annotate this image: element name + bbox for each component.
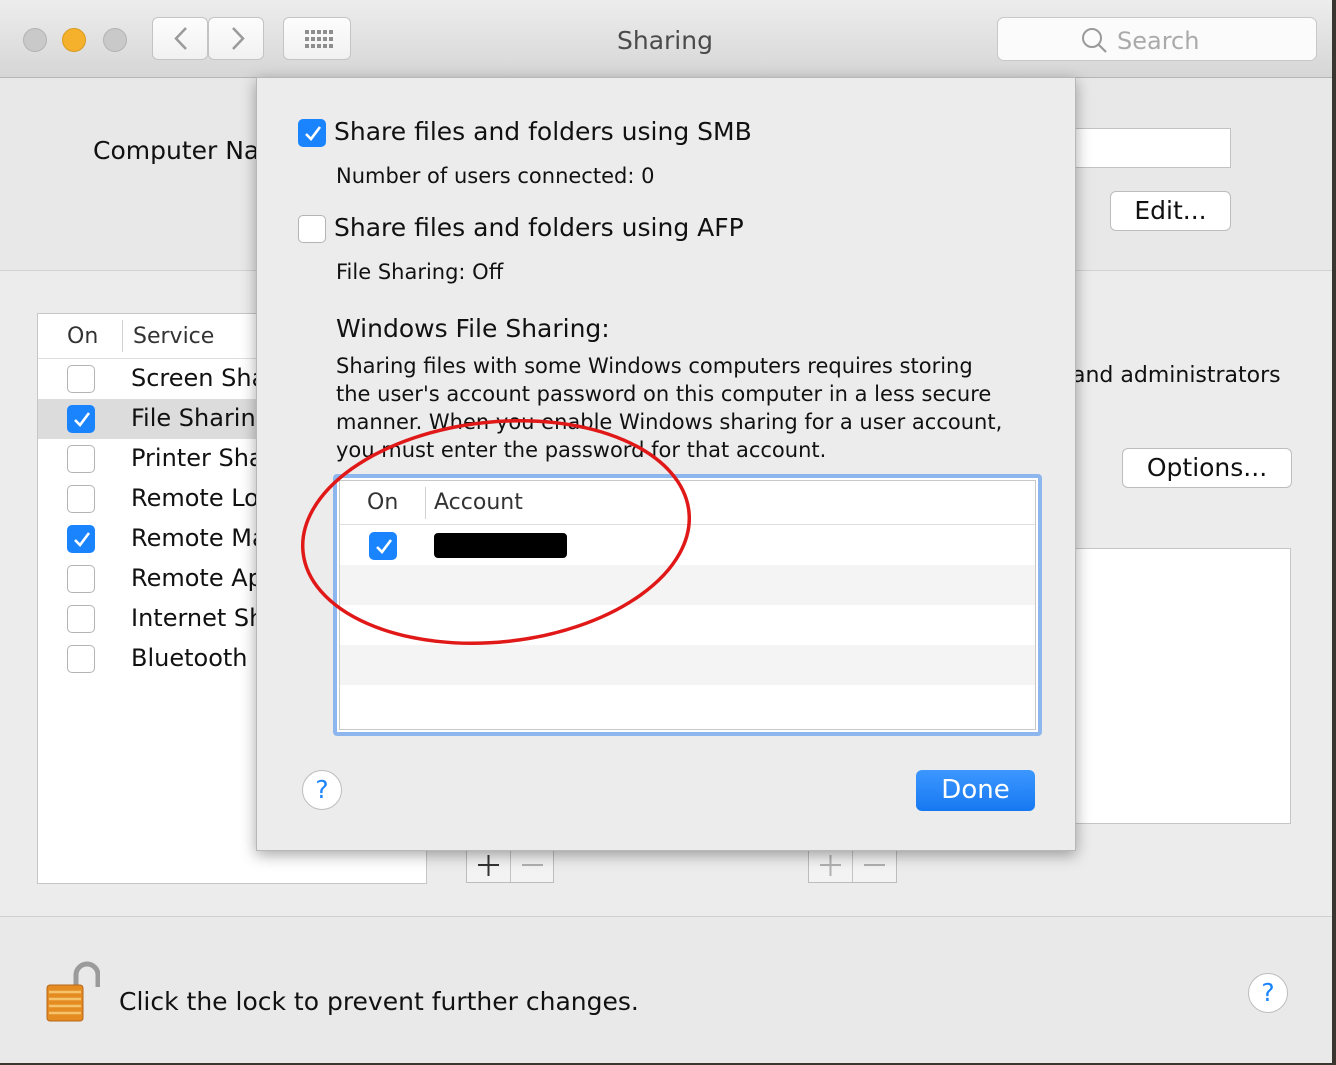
forward-button[interactable] (208, 17, 264, 60)
service-label: Screen Sha (131, 364, 267, 392)
minimize-button[interactable] (62, 28, 86, 52)
service-checkbox[interactable] (67, 365, 95, 393)
users-add-remove (808, 849, 897, 883)
zoom-button[interactable] (103, 28, 127, 52)
service-checkbox[interactable] (67, 565, 95, 593)
done-button[interactable]: Done (916, 770, 1035, 811)
chevron-left-icon (174, 27, 187, 50)
windows-sharing-desc-line2: the user's account password on this comp… (336, 382, 992, 406)
search-field[interactable]: Search (997, 17, 1317, 61)
minus-icon (522, 864, 543, 866)
smb-users-connected: Number of users connected: 0 (336, 164, 655, 188)
afp-status: File Sharing: Off (336, 260, 504, 284)
access-description: and administrators (1072, 363, 1281, 388)
search-icon (1082, 28, 1107, 53)
checkmark-icon (74, 412, 91, 427)
service-label: Bluetooth S (131, 644, 271, 672)
users-list (1070, 548, 1291, 824)
help-button[interactable]: ? (1248, 973, 1288, 1013)
windows-sharing-desc-line1: Sharing files with some Windows computer… (336, 354, 973, 378)
computer-name-field[interactable] (1060, 128, 1231, 168)
service-checkbox[interactable] (67, 485, 95, 513)
smb-checkbox[interactable] (298, 119, 326, 147)
checkmark-icon (305, 126, 322, 141)
smb-label: Share files and folders using SMB (334, 117, 752, 146)
afp-label: Share files and folders using AFP (334, 213, 744, 242)
search-placeholder: Search (1117, 27, 1200, 55)
close-button[interactable] (23, 28, 47, 52)
title-bar: Sharing Search (0, 0, 1332, 78)
minus-icon (864, 864, 885, 866)
chevron-right-icon (232, 27, 245, 50)
service-checkbox[interactable] (67, 525, 95, 553)
window-title: Sharing (617, 26, 713, 55)
grid-icon (305, 30, 333, 48)
add-service-button[interactable] (467, 850, 510, 882)
remove-user-button[interactable] (852, 850, 897, 882)
sharing-window: Sharing Search Computer Nar Edit... On S… (0, 0, 1332, 1063)
red-annotation-ellipse (300, 418, 692, 646)
computer-name-label: Computer Nar (93, 136, 270, 165)
options-button[interactable]: Options... (1122, 448, 1292, 488)
sheet-help-button[interactable]: ? (302, 770, 342, 810)
services-header-service: Service (133, 324, 215, 349)
windows-sharing-heading: Windows File Sharing: (336, 314, 610, 343)
remove-service-button[interactable] (510, 850, 554, 882)
afp-checkbox[interactable] (298, 215, 326, 243)
service-label: Internet Sh (131, 604, 265, 632)
show-all-button[interactable] (283, 17, 351, 60)
service-label: Remote Ma (131, 524, 267, 552)
back-button[interactable] (152, 17, 208, 60)
service-label: Remote Log (131, 484, 275, 512)
lock-message: Click the lock to prevent further change… (119, 987, 639, 1016)
service-label: File Sharing (131, 404, 271, 432)
service-checkbox[interactable] (67, 605, 95, 633)
services-add-remove (466, 849, 554, 883)
service-checkbox[interactable] (67, 645, 95, 673)
checkmark-icon (74, 532, 91, 547)
service-checkbox[interactable] (67, 445, 95, 473)
service-label: Printer Sha (131, 444, 264, 472)
header-divider (122, 320, 123, 352)
edit-button[interactable]: Edit... (1110, 191, 1231, 231)
services-header-on: On (67, 324, 99, 349)
plus-icon (820, 855, 841, 876)
footer-bar: Click the lock to prevent further change… (0, 916, 1332, 1063)
unlocked-padlock-icon[interactable] (44, 959, 100, 1025)
add-user-button[interactable] (809, 850, 852, 882)
service-checkbox[interactable] (67, 405, 95, 433)
plus-icon (478, 855, 499, 876)
